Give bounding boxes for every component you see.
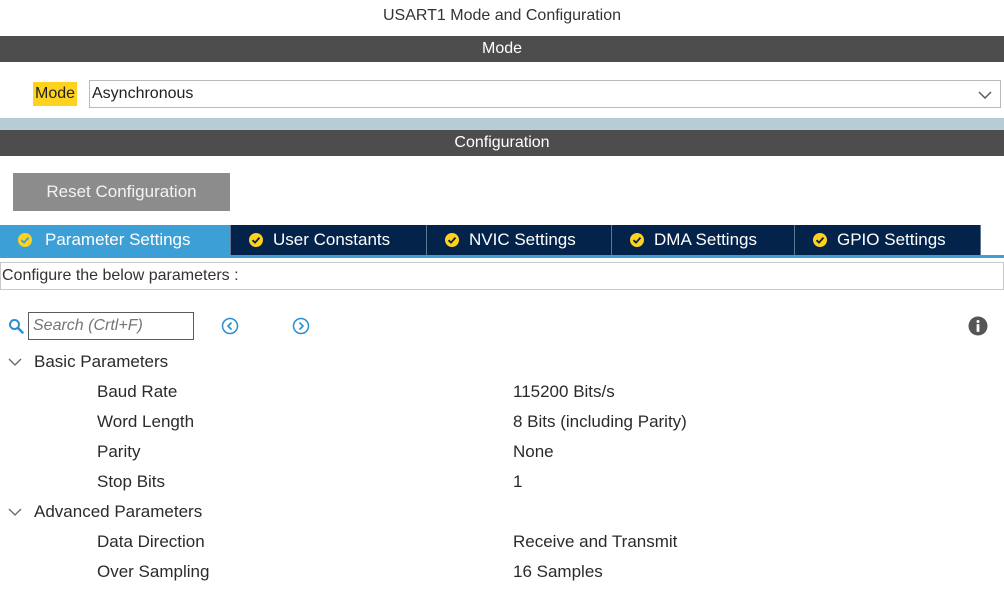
parameter-name: Baud Rate [97,382,178,401]
parameter-name: Data Direction [97,532,205,551]
chevron-down-icon [978,91,992,99]
settings-tabs: Parameter Settings User Constants NVIC S… [0,225,1004,256]
configuration-section-header: Configuration [0,130,1004,156]
tab-label: GPIO Settings [837,230,946,249]
parameter-name: Word Length [97,412,195,431]
parameter-value[interactable]: Receive and Transmit [513,527,677,557]
previous-result-icon[interactable] [221,317,239,335]
next-result-icon[interactable] [292,317,310,335]
tab-label: NVIC Settings [469,230,576,249]
section-divider [0,118,1004,130]
parameter-row[interactable]: Over Sampling 16 Samples [0,557,1004,587]
parameter-row[interactable]: Baud Rate 115200 Bits/s [0,377,1004,407]
tab-label: User Constants [273,230,391,249]
parameter-row[interactable]: Stop Bits 1 [0,467,1004,497]
parameter-row[interactable]: Parity None [0,437,1004,467]
chevron-down-icon [8,508,22,516]
tab-underline [0,255,1004,258]
parameter-value[interactable]: 115200 Bits/s [513,377,615,407]
check-circle-icon [445,233,459,247]
tab-label: DMA Settings [654,230,757,249]
tab-label: Parameter Settings [45,230,191,249]
tab-nvic-settings[interactable]: NVIC Settings [427,225,612,255]
group-advanced-parameters[interactable]: Advanced Parameters [0,497,1004,527]
tab-gpio-settings[interactable]: GPIO Settings [795,225,981,255]
check-circle-icon [249,233,263,247]
search-row [8,312,998,340]
description-text: Configure the below parameters : [2,267,239,284]
mode-section-header: Mode [0,36,1004,62]
tab-parameter-settings[interactable]: Parameter Settings [0,225,231,255]
parameter-name: Stop Bits [97,472,166,491]
mode-dropdown[interactable]: Asynchronous [89,80,1001,108]
reset-configuration-button[interactable]: Reset Configuration [13,173,230,211]
description-box: Configure the below parameters : [0,262,1004,290]
tab-dma-settings[interactable]: DMA Settings [612,225,795,255]
parameter-name: Parity [97,442,141,461]
mode-label: Mode [33,82,78,106]
parameter-value[interactable]: None [513,437,554,467]
parameter-name: Over Sampling [97,562,210,581]
group-label: Basic Parameters [34,352,169,371]
search-icon [9,319,24,334]
check-circle-icon [813,233,827,247]
parameter-value[interactable]: 1 [513,467,522,497]
parameter-value[interactable]: 16 Samples [513,557,603,587]
chevron-down-icon [8,358,22,366]
info-icon[interactable] [968,316,988,336]
parameter-value[interactable]: 8 Bits (including Parity) [513,407,687,437]
parameter-row[interactable]: Word Length 8 Bits (including Parity) [0,407,1004,437]
search-input[interactable] [28,312,194,340]
group-basic-parameters[interactable]: Basic Parameters [0,347,1004,377]
mode-selected-value: Asynchronous [92,85,194,102]
parameter-row[interactable]: Data Direction Receive and Transmit [0,527,1004,557]
check-circle-icon [630,233,644,247]
tab-user-constants[interactable]: User Constants [231,225,427,255]
check-circle-icon [18,233,32,247]
window-title: USART1 Mode and Configuration [382,7,622,24]
group-label: Advanced Parameters [34,502,203,521]
